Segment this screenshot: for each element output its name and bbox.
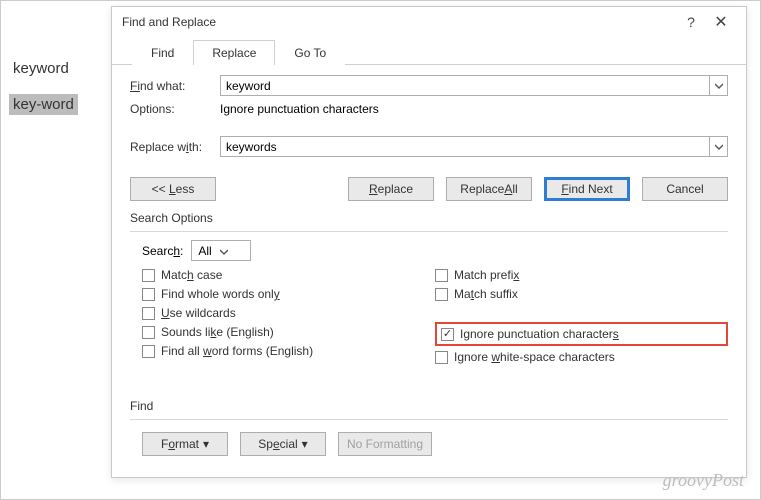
titlebar: Find and Replace ? ✕ [112, 7, 746, 37]
caret-down-icon: ▾ [203, 437, 209, 451]
word-forms-checkbox[interactable]: Find all word forms (English) [142, 343, 435, 359]
ignore-punctuation-checkbox[interactable]: Ignore punctuation characters [441, 326, 619, 342]
tab-replace[interactable]: Replace [193, 40, 275, 65]
replace-all-button[interactable]: Replace All [446, 177, 532, 201]
search-direction-value: All [198, 244, 211, 258]
replace-with-dropdown-arrow[interactable] [709, 137, 727, 156]
document-word-1: keyword [9, 58, 73, 79]
search-options-label: Search Options [130, 211, 728, 225]
document-word-2-selected: key-word [9, 94, 78, 115]
tab-goto[interactable]: Go To [275, 40, 345, 65]
no-formatting-button: No Formatting [338, 432, 432, 456]
find-replace-dialog: Find and Replace ? ✕ Find Replace Go To … [111, 6, 747, 478]
special-button[interactable]: Special▾ [240, 432, 326, 456]
replace-with-combo[interactable] [220, 136, 728, 157]
options-value: Ignore punctuation characters [220, 102, 728, 116]
use-wildcards-checkbox[interactable]: Use wildcards [142, 305, 435, 321]
help-button[interactable]: ? [676, 14, 706, 30]
find-section-label: Find [130, 399, 728, 413]
replace-with-label: Replace with: [130, 140, 220, 154]
close-button[interactable]: ✕ [706, 12, 736, 32]
replace-button[interactable]: Replace [348, 177, 434, 201]
search-direction-select[interactable]: All [191, 240, 251, 261]
match-suffix-checkbox[interactable]: Match suffix [435, 286, 728, 302]
ignore-punctuation-highlight: Ignore punctuation characters [435, 322, 728, 346]
find-what-combo[interactable] [220, 75, 728, 96]
find-what-input[interactable] [221, 79, 709, 93]
match-case-checkbox[interactable]: Match case [142, 267, 435, 283]
chevron-down-icon [220, 244, 228, 258]
cancel-button[interactable]: Cancel [642, 177, 728, 201]
dialog-title: Find and Replace [122, 15, 676, 29]
find-what-dropdown-arrow[interactable] [709, 76, 727, 95]
tab-find[interactable]: Find [132, 40, 193, 65]
watermark: groovyPost [663, 470, 744, 491]
dialog-tabs: Find Replace Go To [112, 37, 746, 65]
replace-with-input[interactable] [221, 140, 709, 154]
options-label: Options: [130, 102, 220, 116]
less-button[interactable]: << Less [130, 177, 216, 201]
caret-down-icon: ▾ [302, 437, 308, 451]
match-prefix-checkbox[interactable]: Match prefix [435, 267, 728, 283]
whole-words-checkbox[interactable]: Find whole words only [142, 286, 435, 302]
search-direction-label: Search: [142, 244, 183, 258]
find-what-label: Find what: [130, 79, 220, 93]
ignore-whitespace-checkbox[interactable]: Ignore white-space characters [435, 349, 728, 365]
format-button[interactable]: Format▾ [142, 432, 228, 456]
find-next-button[interactable]: Find Next [544, 177, 630, 201]
sounds-like-checkbox[interactable]: Sounds like (English) [142, 324, 435, 340]
